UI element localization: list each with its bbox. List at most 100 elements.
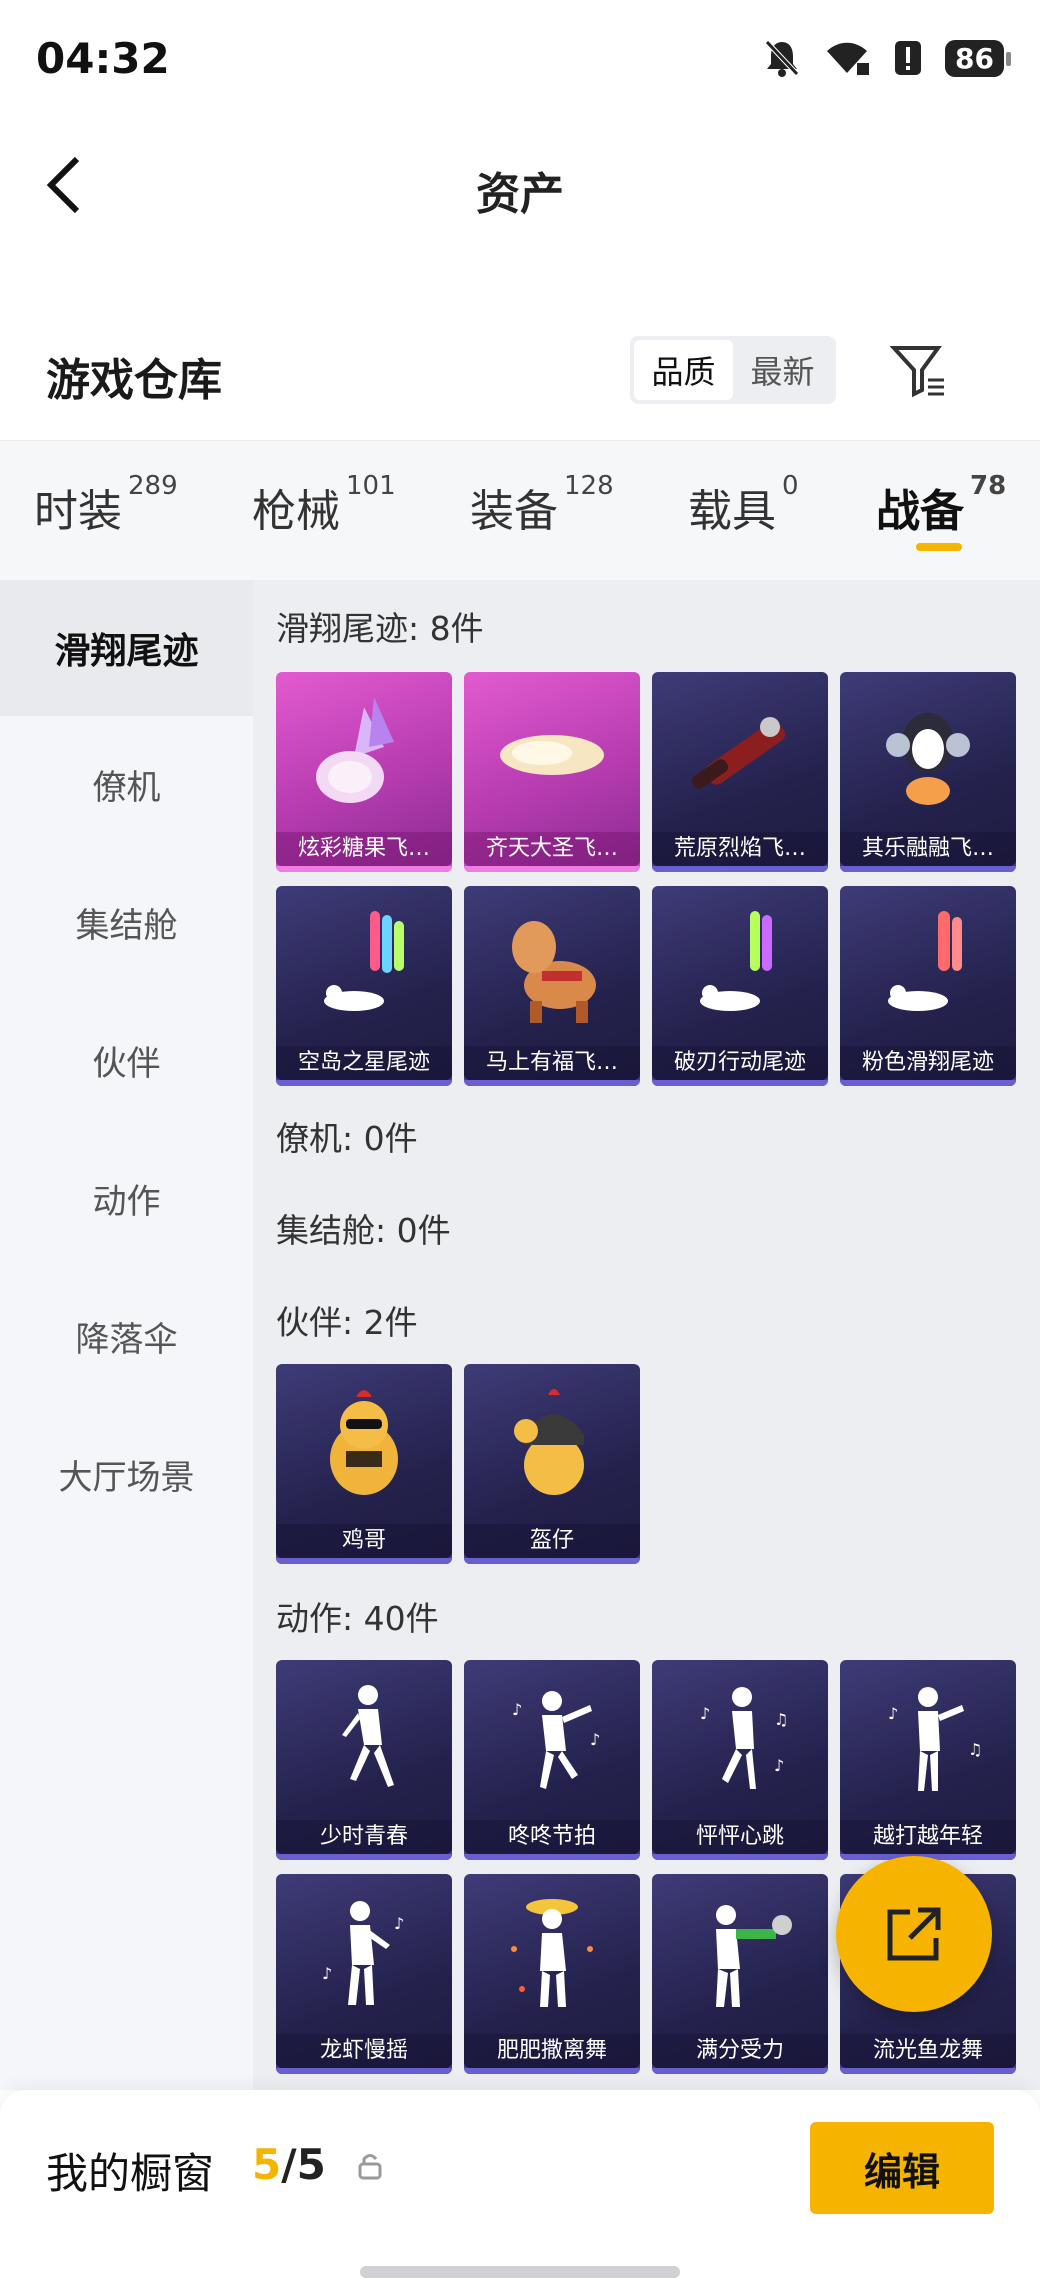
svg-text:♪: ♪ (322, 1964, 332, 1983)
item-card[interactable]: ♪ ♪ 咚咚节拍 (464, 1660, 640, 1860)
sidebar-item-capsule[interactable]: 集结舱 (0, 854, 253, 990)
svg-text:♪: ♪ (394, 1914, 404, 1933)
section-title-partners: 伙伴: 2件 (276, 1303, 418, 1342)
svg-text:♪: ♪ (512, 1700, 522, 1719)
sidebar-item-emote[interactable]: 动作 (0, 1130, 253, 1266)
item-card[interactable]: 鸡哥 (276, 1364, 452, 1564)
item-name: 炫彩糖果飞… (276, 832, 452, 866)
dance-figure-icon (652, 1874, 828, 2034)
item-name: 盔仔 (464, 1524, 640, 1558)
status-time: 04:32 (36, 34, 170, 83)
svg-text:♪: ♪ (700, 1704, 710, 1723)
bell-muted-icon (765, 40, 799, 77)
item-name: 鸡哥 (276, 1524, 452, 1558)
dance-figure-icon (276, 1660, 452, 1820)
dance-figure-icon: ♪ ♪ (464, 1660, 640, 1820)
edit-button[interactable]: 编辑 (810, 2122, 994, 2214)
horse-trail-icon (464, 886, 640, 1046)
tab-vehicles[interactable]: 载具 0 (688, 471, 799, 539)
section-title-emotes: 动作: 40件 (276, 1599, 439, 1638)
chicken-partner-icon (276, 1364, 452, 1524)
sort-toggle: 品质 最新 (630, 336, 836, 404)
item-card[interactable]: 盔仔 (464, 1364, 640, 1564)
sort-quality-button[interactable]: 品质 (634, 340, 733, 400)
item-card[interactable]: 空岛之星尾迹 (276, 886, 452, 1086)
sidebar-item-partner[interactable]: 伙伴 (0, 992, 253, 1128)
dance-figure-icon: ♪ ♫ (840, 1660, 1016, 1820)
item-name: 其乐融融飞… (840, 832, 1016, 866)
svg-text:♪: ♪ (888, 1704, 898, 1723)
rainbow-smoke-icon (276, 886, 452, 1046)
tab-weapons[interactable]: 枪械 101 (252, 471, 396, 539)
svg-text:♪: ♪ (590, 1730, 600, 1749)
tab-fashion[interactable]: 时装 289 (34, 471, 178, 539)
wifi-icon (827, 42, 870, 75)
item-card[interactable]: 满分受力 (652, 1874, 828, 2074)
sidebar-item-lobby-scene[interactable]: 大厅场景 (0, 1406, 253, 1542)
alert-icon (895, 41, 922, 75)
item-name: 怦怦心跳 (652, 1820, 828, 1854)
filter-button[interactable] (888, 340, 948, 400)
item-name: 粉色滑翔尾迹 (840, 1046, 1016, 1080)
warehouse-title: 游戏仓库 (46, 355, 222, 406)
share-button[interactable] (836, 1856, 992, 2012)
showcase-label: 我的橱窗 (46, 2149, 215, 2198)
subcategory-sidebar: 滑翔尾迹 僚机 集结舱 伙伴 动作 降落伞 大厅场景 (0, 580, 253, 2090)
candy-trail-icon (276, 672, 452, 832)
status-icons: 86 (763, 38, 1011, 78)
penguin-trail-icon (840, 672, 1016, 832)
item-card[interactable]: 炫彩糖果飞… (276, 672, 452, 872)
filter-icon (889, 346, 944, 398)
cloud-trail-icon (464, 672, 640, 832)
item-card[interactable]: ♪ ♫ ♪ 怦怦心跳 (652, 1660, 828, 1860)
item-name: 满分受力 (652, 2034, 828, 2068)
item-card[interactable]: 肥肥撒离舞 (464, 1874, 640, 2074)
top-nav: 资产 (0, 130, 1040, 240)
item-name: 破刃行动尾迹 (652, 1046, 828, 1080)
lock-icon (358, 2154, 382, 2180)
warehouse-header: 游戏仓库 品质 最新 (0, 330, 1040, 440)
item-name: 荒原烈焰飞… (652, 832, 828, 866)
item-card[interactable]: 粉色滑翔尾迹 (840, 886, 1016, 1086)
item-name: 马上有福飞… (464, 1046, 640, 1080)
showcase-bar: 我的橱窗 5/5 编辑 (0, 2090, 1040, 2295)
item-name: 齐天大圣飞… (464, 832, 640, 866)
pink-smoke-icon (840, 886, 1016, 1046)
item-name: 咚咚节拍 (464, 1820, 640, 1854)
sidebar-item-wingman[interactable]: 僚机 (0, 716, 253, 852)
item-card[interactable]: ♪ ♫ 越打越年轻 (840, 1660, 1016, 1860)
home-indicator[interactable] (360, 2266, 680, 2278)
item-name: 流光鱼龙舞 (840, 2034, 1016, 2068)
category-tabs: 时装 289 枪械 101 装备 128 载具 0 战备 78 (0, 440, 1040, 580)
section-title-capsule: 集结舱: 0件 (276, 1211, 451, 1250)
active-tab-indicator (916, 543, 962, 551)
item-card[interactable]: 马上有福飞… (464, 886, 640, 1086)
tab-equipment[interactable]: 装备 128 (470, 471, 614, 539)
dance-figure-icon: ♪ ♪ (276, 1874, 452, 2034)
section-title-trails: 滑翔尾迹: 8件 (276, 609, 484, 648)
item-card[interactable]: 齐天大圣飞… (464, 672, 640, 872)
item-card[interactable]: ♪ ♪ 龙虾慢摇 (276, 1874, 452, 2074)
page-title: 资产 (476, 169, 564, 220)
sidebar-item-glide-trail[interactable]: 滑翔尾迹 (0, 580, 253, 716)
dance-figure-icon: ♪ ♫ ♪ (652, 1660, 828, 1820)
share-icon (887, 1907, 941, 1961)
sidebar-item-parachute[interactable]: 降落伞 (0, 1268, 253, 1404)
section-title-wingman: 僚机: 0件 (276, 1119, 418, 1158)
dance-figure-icon (464, 1874, 640, 2034)
item-name: 龙虾慢摇 (276, 2034, 452, 2068)
item-name: 肥肥撒离舞 (464, 2034, 640, 2068)
item-card[interactable]: 破刃行动尾迹 (652, 886, 828, 1086)
battery-indicator: 86 (945, 39, 1011, 77)
sort-latest-button[interactable]: 最新 (733, 340, 832, 400)
item-card[interactable]: 其乐融融飞… (840, 672, 1016, 872)
status-bar: 04:32 86 (0, 0, 1040, 120)
tab-battle-prep[interactable]: 战备 78 (876, 471, 1006, 539)
item-card[interactable]: 少时青春 (276, 1660, 452, 1860)
svg-text:♪: ♪ (774, 1756, 784, 1775)
item-card[interactable]: 荒原烈焰飞… (652, 672, 828, 872)
item-name: 越打越年轻 (840, 1820, 1016, 1854)
flame-trail-icon (652, 672, 828, 832)
svg-text:♫: ♫ (968, 1740, 982, 1759)
item-name: 少时青春 (276, 1820, 452, 1854)
